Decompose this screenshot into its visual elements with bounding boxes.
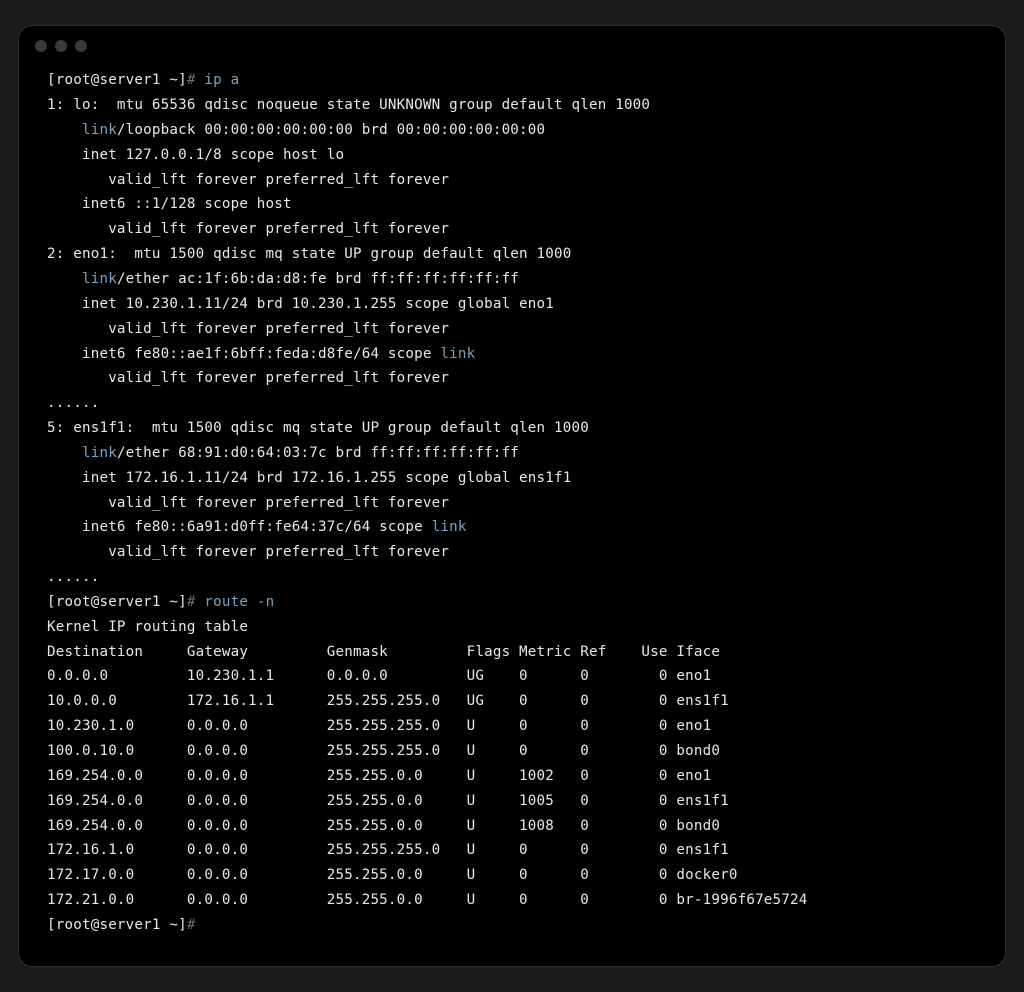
route-row: 172.16.1.0 0.0.0.0 255.255.255.0 U 0 0 0… — [47, 838, 729, 863]
route-row: 169.254.0.0 0.0.0.0 255.255.0.0 U 1008 0… — [47, 814, 720, 839]
ipa-eno1-inet6: inet6 fe80::ae1f:6bff:feda:d8fe/64 scope — [47, 346, 440, 362]
terminal-window[interactable]: [root@server1 ~]# ip a 1: lo: mtu 65536 … — [18, 25, 1006, 967]
link-keyword: link — [440, 346, 475, 362]
link-keyword: link — [82, 122, 117, 138]
prompt-symbol: # — [187, 72, 196, 88]
route-title: Kernel IP routing table — [47, 619, 248, 635]
ipa-ens1f1-inet: inet 172.16.1.11/24 brd 172.16.1.255 sco… — [47, 470, 572, 486]
ipa-eno1-header: 2: eno1: mtu 1500 qdisc mq state UP grou… — [47, 246, 572, 262]
route-row: 0.0.0.0 10.230.1.1 0.0.0.0 UG 0 0 0 eno1 — [47, 664, 711, 689]
route-row: 10.230.1.0 0.0.0.0 255.255.255.0 U 0 0 0… — [47, 714, 711, 739]
ipa-lo-inet: inet 127.0.0.1/8 scope host lo — [47, 147, 344, 163]
close-icon[interactable] — [35, 40, 47, 52]
ipa-ens1f1-header: 5: ens1f1: mtu 1500 qdisc mq state UP gr… — [47, 420, 589, 436]
terminal-body[interactable]: [root@server1 ~]# ip a 1: lo: mtu 65536 … — [19, 56, 1005, 966]
route-row: 10.0.0.0 172.16.1.1 255.255.255.0 UG 0 0… — [47, 689, 729, 714]
ipa-ens1f1-valid1: valid_lft forever preferred_lft forever — [47, 495, 449, 511]
prompt-user: [root@server1 ~] — [47, 917, 187, 933]
route-row: 100.0.10.0 0.0.0.0 255.255.255.0 U 0 0 0… — [47, 739, 720, 764]
route-row: 169.254.0.0 0.0.0.0 255.255.0.0 U 1002 0… — [47, 764, 711, 789]
prompt-user: [root@server1 ~] — [47, 594, 187, 610]
route-row: 172.17.0.0 0.0.0.0 255.255.0.0 U 0 0 0 d… — [47, 863, 738, 888]
route-header: Destination Gateway Genmask Flags Metric… — [47, 640, 720, 665]
ipa-lo-valid1: valid_lft forever preferred_lft forever — [47, 172, 449, 188]
command-ip-a: ip a — [204, 72, 239, 88]
ipa-eno1-inet: inet 10.230.1.11/24 brd 10.230.1.255 sco… — [47, 296, 554, 312]
ipa-ens1f1-valid2: valid_lft forever preferred_lft forever — [47, 544, 449, 560]
ipa-eno1-valid1: valid_lft forever preferred_lft forever — [47, 321, 449, 337]
ipa-eno1-valid2: valid_lft forever preferred_lft forever — [47, 370, 449, 386]
route-row: 172.21.0.0 0.0.0.0 255.255.0.0 U 0 0 0 b… — [47, 888, 808, 913]
route-row: 169.254.0.0 0.0.0.0 255.255.0.0 U 1005 0… — [47, 789, 729, 814]
link-keyword: link — [82, 271, 117, 287]
prompt-symbol: # — [187, 594, 196, 610]
prompt-user: [root@server1 ~] — [47, 72, 187, 88]
link-keyword: link — [432, 519, 467, 535]
prompt-symbol: # — [187, 917, 196, 933]
minimize-icon[interactable] — [55, 40, 67, 52]
maximize-icon[interactable] — [75, 40, 87, 52]
ipa-ens1f1-link: /ether 68:91:d0:64:03:7c brd ff:ff:ff:ff… — [117, 445, 519, 461]
command-route-n: route -n — [204, 594, 274, 610]
title-bar — [19, 26, 1005, 56]
ipa-ens1f1-inet6: inet6 fe80::6a91:d0ff:fe64:37c/64 scope — [47, 519, 432, 535]
ipa-lo-valid2: valid_lft forever preferred_lft forever — [47, 221, 449, 237]
ipa-lo-header: 1: lo: mtu 65536 qdisc noqueue state UNK… — [47, 97, 650, 113]
ipa-lo-inet6: inet6 ::1/128 scope host — [47, 196, 292, 212]
ipa-lo-link: /loopback 00:00:00:00:00:00 brd 00:00:00… — [117, 122, 545, 138]
link-keyword: link — [82, 445, 117, 461]
ipa-dots: ...... — [47, 395, 99, 411]
ipa-dots: ...... — [47, 569, 99, 585]
ipa-eno1-link: /ether ac:1f:6b:da:d8:fe brd ff:ff:ff:ff… — [117, 271, 519, 287]
